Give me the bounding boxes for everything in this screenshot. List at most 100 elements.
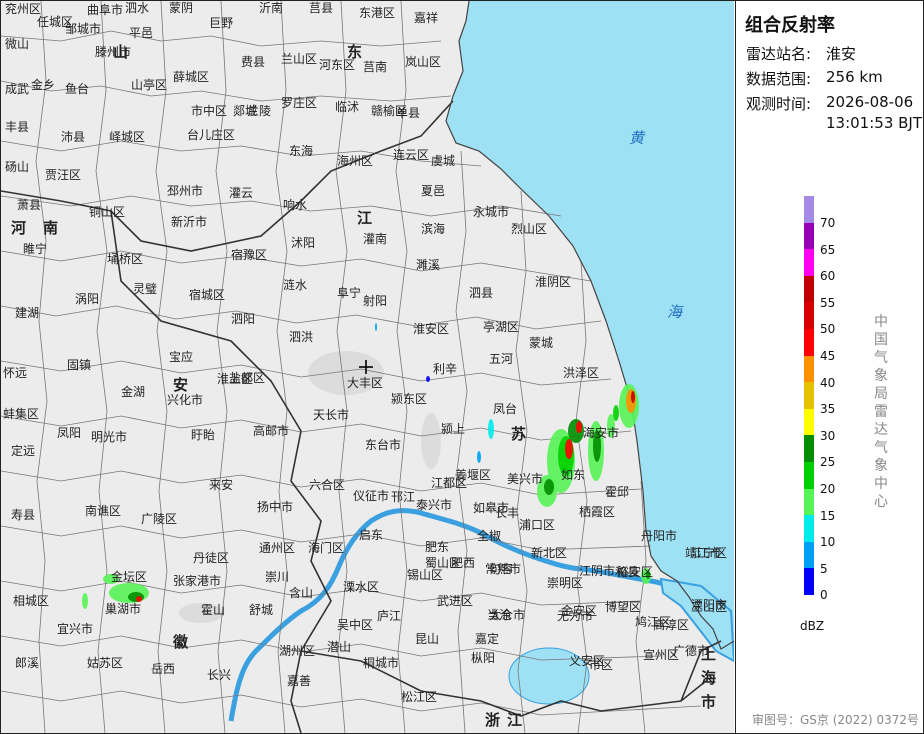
place-label: 邗江	[391, 490, 416, 504]
place-label: 沭阳	[291, 236, 316, 250]
legend-tick: 10	[820, 535, 836, 550]
place-label: 市区	[589, 658, 614, 672]
place-label: 连云区	[393, 148, 430, 162]
legend-swatch	[804, 249, 814, 276]
place-label: 全椒	[477, 529, 502, 543]
place-label: 兰山区	[281, 52, 318, 66]
place-label: 新沂市	[171, 215, 208, 229]
place-label: 浦口区	[519, 518, 556, 532]
place-label: 嘉定	[475, 632, 500, 646]
echo-cell	[426, 376, 430, 382]
place-label: 海州区	[337, 154, 374, 168]
place-label: 薛城区	[173, 70, 210, 84]
place-label: 砀山	[5, 160, 30, 174]
range-value: 256 km	[826, 68, 883, 86]
place-label: 宿豫区	[231, 248, 268, 262]
province-label: 市	[701, 693, 717, 711]
place-label: 微山	[5, 37, 30, 51]
echo-cell	[375, 323, 377, 331]
place-label: 泰兴市	[416, 498, 453, 512]
place-label: 兖州区	[5, 2, 42, 16]
gaoyou-lake	[421, 413, 441, 469]
place-label: 江宁区	[691, 546, 728, 560]
place-label: 姑苏区	[87, 656, 124, 670]
place-label: 涡阳	[75, 292, 100, 306]
legend-tick: 55	[820, 295, 836, 310]
place-label: 沛县	[61, 130, 86, 144]
place-label: 栖霞区	[579, 505, 616, 519]
place-label: 成武	[5, 82, 30, 96]
radar-map[interactable]: 兖州区 曲阜市 泗水 蒙阴 沂南 莒县 东港区 嘉祥 任城区 邹城市 平邑 巨野 微山 滕州市 费县 兰山区河…	[1, 1, 734, 733]
place-label: 峄城区	[109, 130, 146, 144]
place-label: 蒙城	[529, 336, 554, 350]
place-label: 萧县	[17, 198, 42, 212]
legend-tick: 30	[820, 428, 836, 443]
place-label: 溧水区	[343, 580, 380, 594]
range-label: 数据范围:	[746, 70, 812, 88]
place-label: 枞阳	[471, 651, 496, 665]
place-label: 罗庄区	[281, 96, 318, 110]
legend-tick: 70	[820, 216, 836, 230]
legend-tick: 20	[820, 482, 836, 496]
place-label: 吴中区	[337, 618, 374, 632]
place-label: 盱眙	[191, 428, 216, 442]
legend-tick: 35	[820, 402, 836, 417]
place-label: 定远	[11, 444, 36, 458]
place-label: 阜宁	[337, 286, 362, 300]
place-label: 临沭	[335, 100, 360, 114]
product-title: 组合反射率	[745, 15, 835, 36]
place-label: 莒南	[363, 60, 388, 74]
place-label: 高邮市	[253, 424, 290, 438]
place-label: 东台市	[365, 438, 402, 452]
place-label: 濉溪	[416, 258, 441, 272]
place-label: 泗阳	[231, 312, 256, 326]
place-label: 巨野	[209, 16, 234, 30]
legend-swatch	[804, 196, 814, 223]
place-label: 颍上	[441, 422, 466, 436]
place-label: 颍东区	[391, 392, 428, 406]
place-label: 武进区	[437, 594, 474, 608]
place-label: 常熟市	[485, 562, 522, 576]
province-label: 安	[173, 376, 189, 394]
legend-swatch	[804, 541, 814, 569]
place-label: 灌南	[363, 232, 388, 246]
place-label: 滨海	[421, 222, 446, 236]
place-label: 明光市	[91, 430, 128, 444]
place-label: 无为市	[557, 609, 594, 623]
place-label: 海安市	[583, 426, 620, 440]
place-label: 启东	[359, 528, 384, 542]
echo-cell	[488, 419, 494, 439]
echo-cell	[82, 593, 88, 609]
legend-tick: 5	[820, 561, 828, 576]
echo-cell	[477, 451, 481, 463]
legend-swatch	[804, 461, 814, 489]
place-label: 扬中市	[257, 500, 294, 514]
legend-tick: 65	[820, 242, 836, 257]
place-label: 灵璧	[133, 282, 158, 296]
place-label: 金湖	[121, 385, 146, 399]
radar-frame: 兖州区 曲阜市 泗水 蒙阴 沂南 莒县 东港区 嘉祥 任城区 邹城市 平邑 巨野 微山 滕州市 费县 兰山区河…	[0, 0, 924, 734]
province-label: 上	[701, 645, 717, 663]
place-label: 桐城市	[363, 656, 400, 670]
place-label: 巢湖市	[105, 602, 142, 616]
legend-swatch	[804, 435, 814, 462]
place-label: 长丰	[495, 506, 520, 520]
place-label: 肥西	[451, 556, 476, 570]
echo-cell	[576, 421, 582, 433]
legend-tick: 45	[820, 349, 836, 363]
place-label: 裕安区	[617, 565, 654, 579]
place-label: 丰县	[5, 120, 30, 134]
time-label: 观测时间:	[746, 95, 812, 113]
place-label: 金乡	[31, 78, 56, 92]
place-label: 淮阴区	[535, 275, 572, 289]
place-label: 固镇	[67, 358, 92, 372]
place-label: 费县	[241, 55, 266, 69]
info-panel: 组合反射率 雷达站名: 淮安 数据范围: 256 km 观测时间: 2026-0…	[735, 1, 923, 733]
station-label: 雷达站名:	[746, 45, 812, 63]
legend-swatch	[804, 355, 814, 383]
place-label: 沂南	[259, 1, 284, 15]
place-label: 寿县	[11, 508, 36, 522]
place-label: 淮安区	[413, 322, 450, 336]
legend-swatch	[804, 382, 814, 409]
place-label: 邳州市	[167, 184, 204, 198]
